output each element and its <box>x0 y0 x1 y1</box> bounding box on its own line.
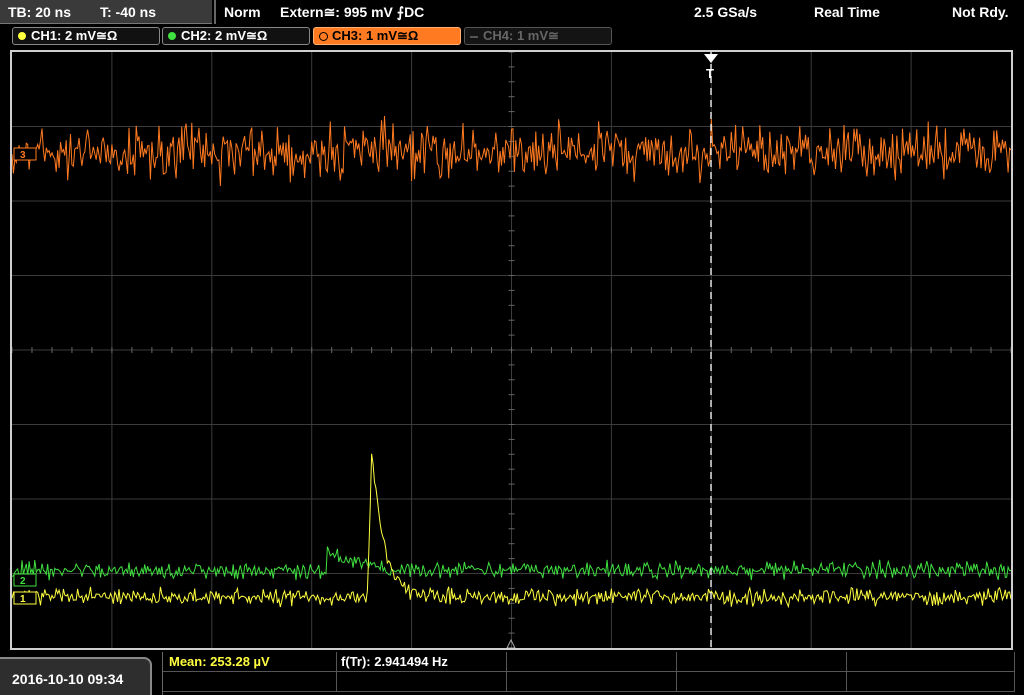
measurement-cell-empty-3[interactable] <box>847 652 1015 672</box>
trigger-mode[interactable]: Norm <box>224 4 261 20</box>
measurement-cell-empty-5[interactable] <box>337 672 507 692</box>
measurement-cell-mean[interactable]: Mean: 253.28 µV <box>163 652 337 672</box>
trigger-position-label: T <box>706 66 714 81</box>
measurement-cell-freq[interactable]: f(Tr): 2.941494 Hz <box>337 652 507 672</box>
measurement-cell-empty-2[interactable] <box>677 652 847 672</box>
channel-4-label: CH4: 1 mV≅ <box>483 28 559 43</box>
waveform-display[interactable]: T 3 2 1 <box>10 50 1013 650</box>
channel-2-offset-marker[interactable]: 2 <box>13 573 37 587</box>
measurement-cell-empty-8[interactable] <box>847 672 1015 692</box>
acquisition-status: Not Rdy. <box>952 4 1009 20</box>
channel-3-button[interactable]: CH3: 1 mV≅Ω <box>313 27 461 45</box>
timebase-box[interactable]: TB: 20 ns T: -40 ns <box>0 0 212 24</box>
timebase-label: TB: 20 ns <box>8 4 72 20</box>
channel-1-marker-label: 1 <box>20 594 26 605</box>
channel-1-offset-marker[interactable]: 1 <box>13 591 37 605</box>
trigger-position-arrow-icon[interactable] <box>704 54 718 63</box>
channel-4-button[interactable]: CH4: 1 mV≅ <box>464 27 612 45</box>
channel-3-dot-icon <box>319 32 328 41</box>
channel-bar: CH1: 2 mV≅Ω CH2: 2 mV≅Ω CH3: 1 mV≅Ω CH4:… <box>0 25 1024 47</box>
measurement-panel[interactable]: Mean: 253.28 µV f(Tr): 2.941494 Hz <box>162 652 1015 695</box>
graticule <box>12 52 1011 648</box>
channel-1-button[interactable]: CH1: 2 mV≅Ω <box>12 27 160 45</box>
acquisition-mode: Real Time <box>814 4 880 20</box>
top-info-bar: TB: 20 ns T: -40 ns Norm Extern≅: 995 mV… <box>0 0 1024 24</box>
datetime-box: 2016-10-10 09:34 <box>0 657 152 695</box>
channel-2-label: CH2: 2 mV≅Ω <box>181 28 268 43</box>
measurement-cell-empty-6[interactable] <box>507 672 677 692</box>
waveform-canvas: T 3 2 1 <box>12 52 1011 648</box>
channel-3-label: CH3: 1 mV≅Ω <box>332 28 419 43</box>
channel-1-dot-icon <box>18 32 26 40</box>
datetime-label: 2016-10-10 09:34 <box>12 671 124 687</box>
frequency-measurement: f(Tr): 2.941494 Hz <box>341 654 448 669</box>
measurement-cell-empty-7[interactable] <box>677 672 847 692</box>
header-divider <box>214 0 216 24</box>
channel-2-dot-icon <box>168 32 176 40</box>
channel-4-dash-icon <box>470 36 478 38</box>
trigger-offset-label: T: -40 ns <box>100 4 157 20</box>
measurement-cell-empty-1[interactable] <box>507 652 677 672</box>
channel-3-offset-marker[interactable]: 3 <box>13 147 37 161</box>
channel-3-marker-label: 3 <box>20 150 26 161</box>
sample-rate: 2.5 GSa/s <box>694 4 758 20</box>
measurement-cell-empty-4[interactable] <box>163 672 337 692</box>
channel-1-label: CH1: 2 mV≅Ω <box>31 28 118 43</box>
trigger-source[interactable]: Extern≅: 995 mV ⨍DC <box>280 4 424 21</box>
channel-2-button[interactable]: CH2: 2 mV≅Ω <box>162 27 310 45</box>
channel-2-marker-label: 2 <box>20 576 26 587</box>
mean-measurement: Mean: 253.28 µV <box>169 654 270 669</box>
